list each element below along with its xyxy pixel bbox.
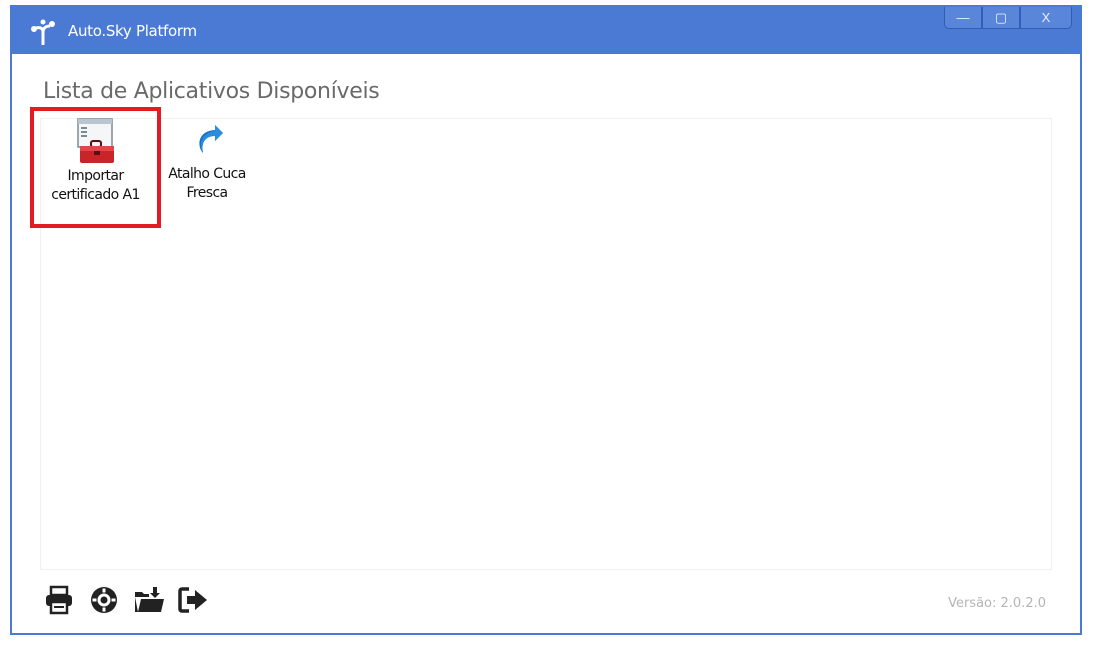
shortcut-arrow-icon — [199, 125, 223, 153]
version-label: Versão: 2.0.2.0 — [948, 596, 1046, 611]
autosky-logo-icon — [31, 19, 55, 45]
page-title: Lista de Aplicativos Disponíveis — [43, 79, 380, 104]
window-controls: — ▢ X — [944, 7, 1072, 31]
title-bar[interactable]: Auto.Sky Platform — ▢ X — [12, 7, 1080, 54]
folder-download-icon[interactable] — [133, 585, 165, 615]
close-button[interactable]: X — [1020, 7, 1072, 29]
printer-icon[interactable] — [43, 585, 75, 615]
minimize-button[interactable]: — — [944, 7, 982, 29]
app-tile-label: Importar certificado A1 — [51, 168, 140, 203]
app-list: Importar certificado A1 Atalho Cuca Fres… — [30, 107, 1052, 570]
gear-icon[interactable] — [88, 585, 120, 615]
toolbox-window-icon — [76, 118, 114, 163]
exit-icon[interactable] — [178, 585, 210, 615]
window-title: Auto.Sky Platform — [68, 22, 197, 40]
app-window: Auto.Sky Platform — ▢ X Lista de Aplicat… — [10, 5, 1082, 635]
footer-toolbar — [43, 585, 210, 615]
app-tile-label: Atalho Cuca Fresca — [168, 166, 246, 201]
maximize-button[interactable]: ▢ — [982, 7, 1020, 29]
app-tile-importar-certificado[interactable]: Importar certificado A1 — [30, 107, 161, 228]
app-tile-atalho-cuca-fresca[interactable]: Atalho Cuca Fresca — [161, 115, 253, 225]
